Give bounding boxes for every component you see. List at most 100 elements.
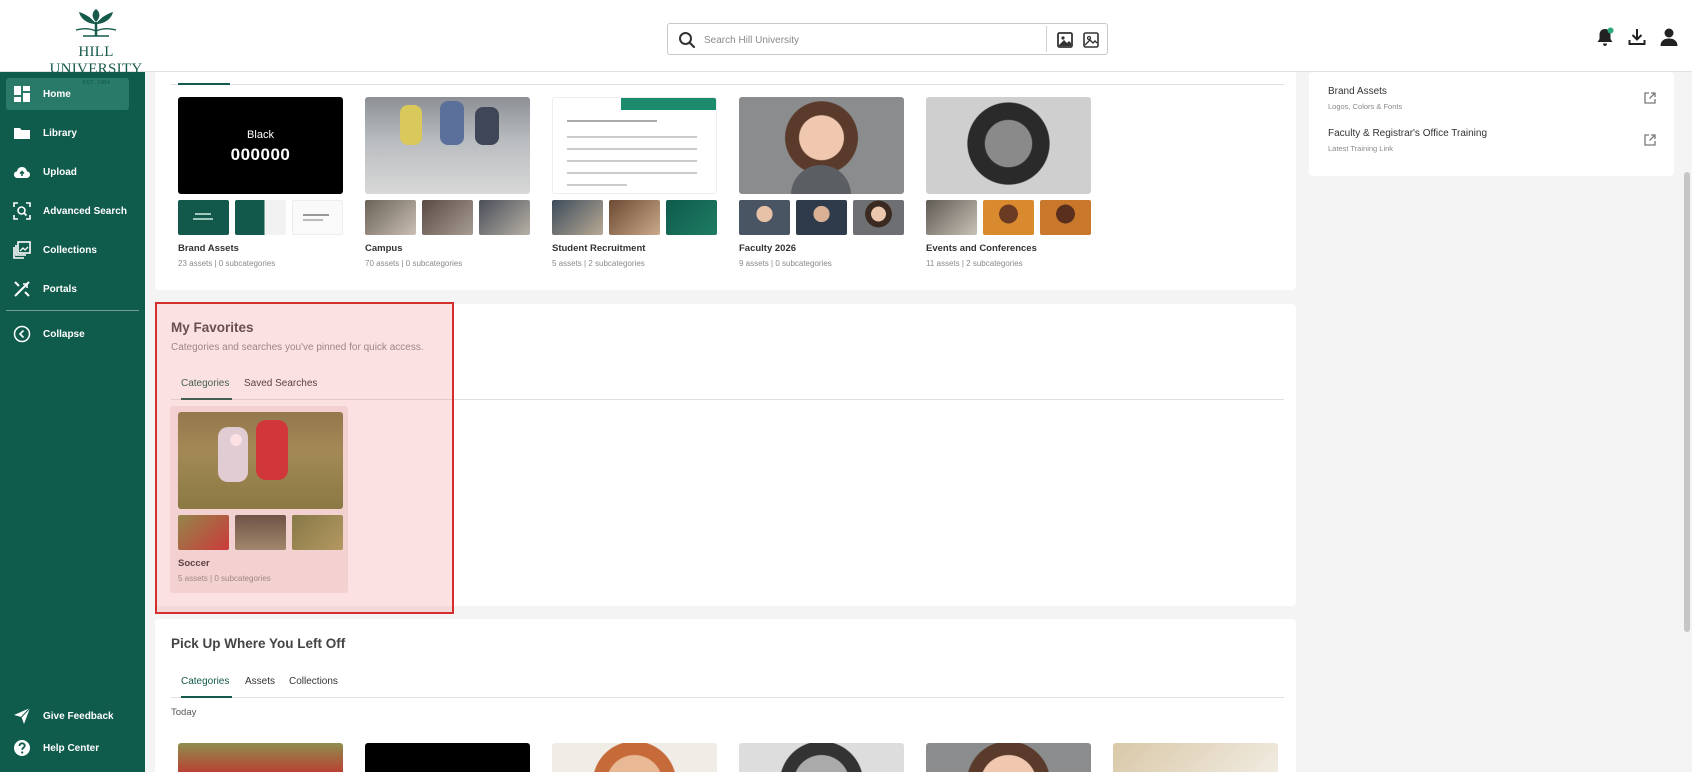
swatch-hex: 000000 <box>230 145 291 164</box>
thumbnail <box>292 515 343 550</box>
image-search-icon[interactable] <box>1055 30 1075 50</box>
faculty-portrait <box>739 97 904 194</box>
swatch-label: Black <box>247 129 274 141</box>
thumbnail <box>853 200 904 235</box>
feedback-label: Give Feedback <box>43 710 114 722</box>
category-name: Soccer <box>178 558 210 569</box>
help-label: Help Center <box>43 742 100 754</box>
thumbnail <box>552 200 603 235</box>
favorites-tab-saved-searches[interactable]: Saved Searches <box>244 378 317 389</box>
thumbnail <box>1040 200 1091 235</box>
category-meta: 5 assets | 2 subcategories <box>552 259 645 268</box>
brand-color-swatch: Black 000000 <box>178 97 343 194</box>
campus-photo <box>365 97 530 194</box>
recent-tile-portrait-2[interactable] <box>739 743 904 772</box>
recent-tabs-line <box>171 697 1284 698</box>
favorites-subtitle: Categories and searches you've pinned fo… <box>171 342 424 353</box>
notification-bell-icon[interactable] <box>1594 26 1616 48</box>
events-photo <box>926 97 1091 194</box>
chevron-left-circle-icon <box>13 325 31 343</box>
recent-tile-portrait-3[interactable] <box>926 743 1091 772</box>
recent-tab-collections[interactable]: Collections <box>289 676 338 687</box>
thumbnail <box>739 200 790 235</box>
recent-title: Pick Up Where You Left Off <box>171 636 346 651</box>
collapse-label: Collapse <box>43 328 85 340</box>
category-meta: 9 assets | 0 subcategories <box>739 259 832 268</box>
hill-university-logo[interactable]: HILL UNIVERSITY EST. 1984 <box>36 8 156 86</box>
help-center-button[interactable]: Help Center <box>6 732 129 764</box>
give-feedback-button[interactable]: Give Feedback <box>6 700 129 732</box>
featured-categories-card: Black 000000 Brand Assets 23 assets | 0 … <box>155 64 1296 290</box>
thumbnail <box>796 200 847 235</box>
folder-icon <box>14 128 30 139</box>
sidebar-item-library[interactable]: Library <box>6 117 129 149</box>
search-bar <box>667 23 1108 55</box>
dashboard-icon <box>14 86 30 102</box>
category-name: Faculty 2026 <box>739 243 797 254</box>
thumbnail <box>178 200 229 235</box>
quick-link-training[interactable]: Faculty & Registrar's Office Training <box>1328 128 1487 139</box>
external-link-icon[interactable] <box>1643 91 1657 105</box>
recent-tile-soccer[interactable] <box>178 743 343 772</box>
sidebar-item-label: Collections <box>43 244 97 256</box>
recent-tab-assets[interactable]: Assets <box>245 676 275 687</box>
recent-group-label: Today <box>171 707 197 718</box>
help-icon <box>14 740 30 756</box>
sidebar: Home Library Upload Advanced Search Coll… <box>0 72 145 772</box>
thumbnail <box>292 200 343 235</box>
recent-tile-brand[interactable] <box>365 743 530 772</box>
portals-icon <box>14 281 30 297</box>
search-icon[interactable] <box>678 31 696 49</box>
logo-name: HILL UNIVERSITY <box>49 44 143 77</box>
category-meta: 23 assets | 0 subcategories <box>178 259 276 268</box>
soccer-photo <box>178 412 343 509</box>
thumbnail <box>235 515 286 550</box>
category-meta: 11 assets | 2 subcategories <box>926 259 1023 268</box>
top-header: HILL UNIVERSITY EST. 1984 <box>0 0 1692 86</box>
external-link-icon[interactable] <box>1643 133 1657 147</box>
category-name: Student Recruitment <box>552 243 646 254</box>
page-scrollbar[interactable] <box>1684 172 1690 632</box>
thumbnail <box>422 200 473 235</box>
cloud-upload-icon <box>14 167 30 178</box>
send-icon <box>14 707 31 724</box>
favorites-tabs-line <box>171 399 1284 400</box>
sidebar-divider <box>6 310 139 311</box>
sidebar-item-label: Upload <box>43 166 77 178</box>
category-name: Brand Assets <box>178 243 239 254</box>
tree-logo-icon <box>75 9 117 37</box>
thumbnail <box>666 200 717 235</box>
image-upload-search-icon[interactable] <box>1081 30 1101 50</box>
thumbnail <box>983 200 1034 235</box>
form-document-preview <box>552 97 717 194</box>
recent-tile-photo[interactable] <box>1113 743 1278 772</box>
thumbnail <box>609 200 660 235</box>
sidebar-item-collections[interactable]: Collections <box>6 234 129 266</box>
quick-link-brand-assets-sub: Logos, Colors & Fonts <box>1328 102 1403 111</box>
sidebar-collapse-button[interactable]: Collapse <box>6 318 129 350</box>
favorites-tab-categories[interactable]: Categories <box>181 378 229 389</box>
recent-tile-portrait-1[interactable] <box>552 743 717 772</box>
featured-tabs-line <box>171 84 1284 85</box>
sidebar-item-label: Advanced Search <box>43 205 127 217</box>
sidebar-item-portals[interactable]: Portals <box>6 273 129 305</box>
sidebar-item-upload[interactable]: Upload <box>6 156 129 188</box>
advanced-search-icon <box>13 202 31 220</box>
download-icon[interactable] <box>1626 26 1648 48</box>
thumbnail <box>178 515 229 550</box>
search-divider <box>1046 26 1047 52</box>
collections-icon <box>13 241 31 259</box>
category-meta: 5 assets | 0 subcategories <box>178 574 271 583</box>
favorites-active-tab-underline <box>181 398 232 400</box>
quick-link-brand-assets[interactable]: Brand Assets <box>1328 86 1387 97</box>
quick-links-panel: Brand Assets Logos, Colors & Fonts Facul… <box>1309 72 1674 176</box>
logo-est: EST. 1984 <box>82 79 110 86</box>
category-name: Campus <box>365 243 403 254</box>
recent-tab-categories[interactable]: Categories <box>181 676 229 687</box>
featured-active-tab-underline <box>178 83 230 85</box>
sidebar-item-advanced-search[interactable]: Advanced Search <box>6 195 129 227</box>
user-account-icon[interactable] <box>1658 26 1680 48</box>
recent-activity-card: Pick Up Where You Left Off Categories As… <box>155 619 1296 772</box>
quick-link-training-sub: Latest Training Link <box>1328 144 1394 153</box>
search-input[interactable] <box>704 30 1004 50</box>
